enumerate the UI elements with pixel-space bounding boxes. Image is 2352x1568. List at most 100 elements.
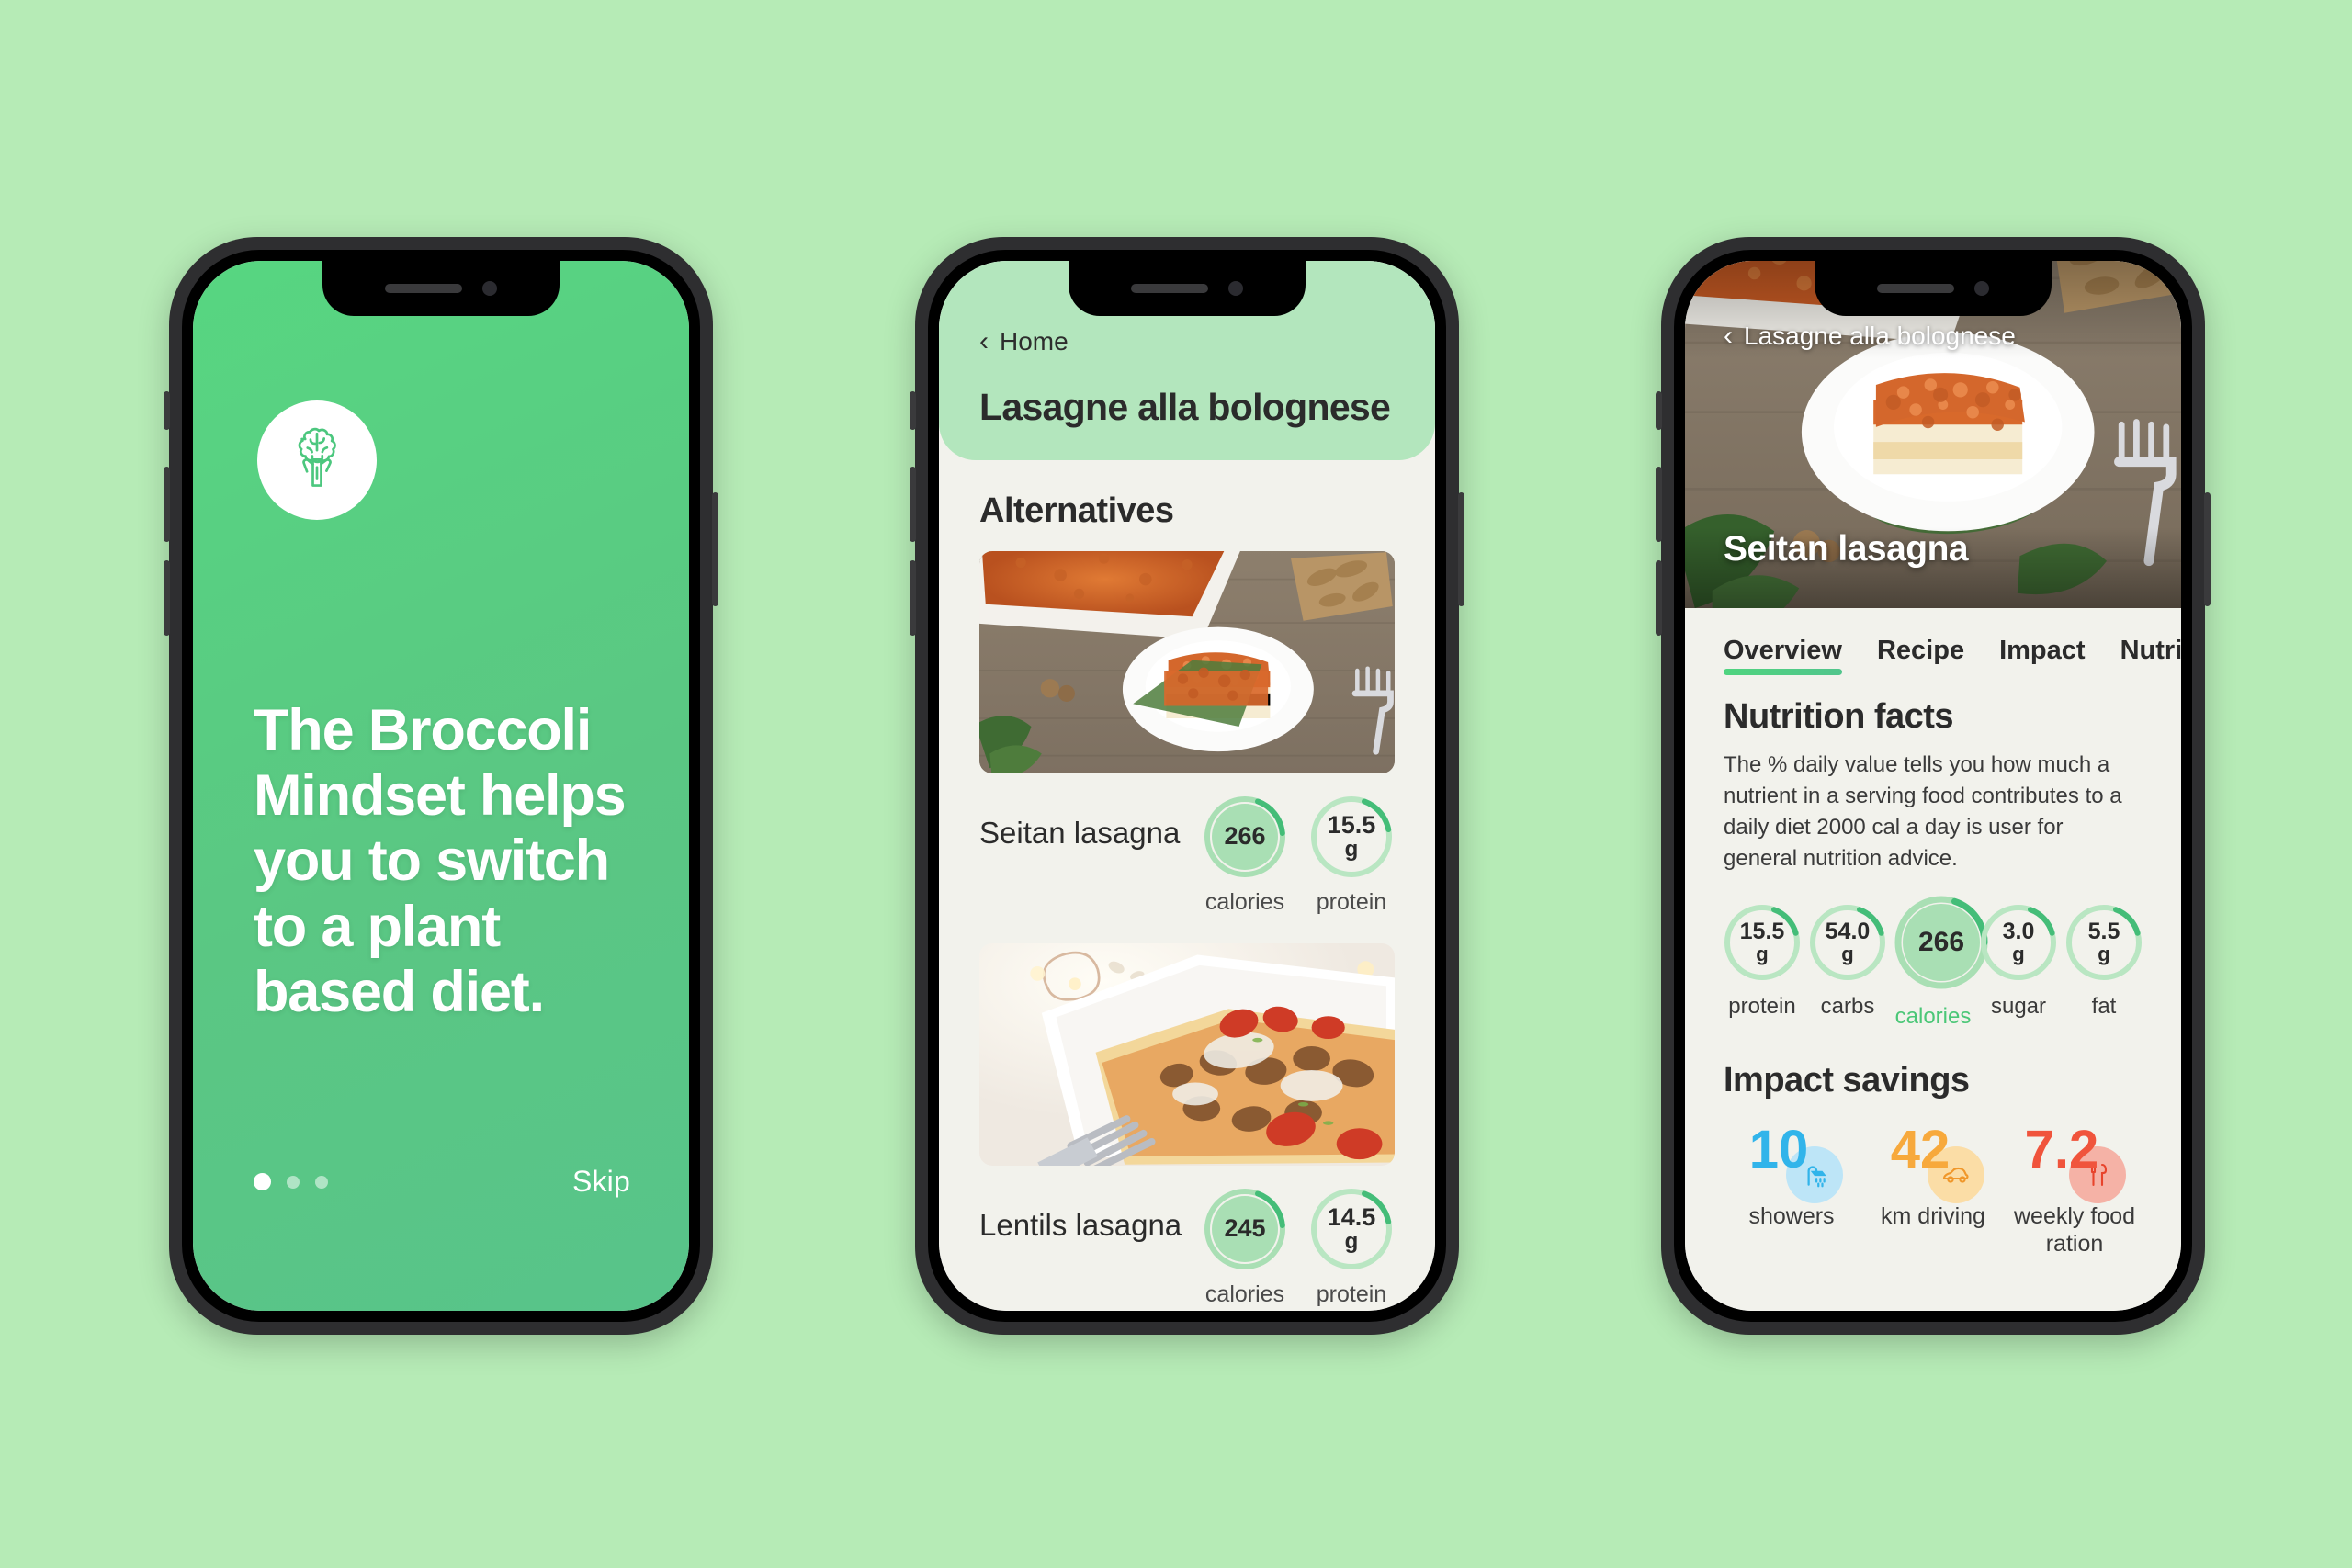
impact-caption: showers — [1748, 1203, 1835, 1230]
fact-caption: protein — [1728, 994, 1796, 1020]
phone-notch — [1815, 261, 2052, 316]
list-item[interactable]: Lentils lasagna 245 calories 14.5 g prot… — [939, 916, 1435, 1308]
fact-unit: g — [1756, 942, 1769, 965]
fact-value: 5.5 g — [2087, 919, 2120, 965]
progress-ring: 3.0 g — [1978, 902, 2059, 983]
impact-number-wrap: 10 — [1724, 1117, 1860, 1204]
phone-screen: ‹ Home Lasagne alla bolognese Alternativ… — [939, 261, 1435, 1311]
nutrition-badges: 245 calories 14.5 g protein — [1202, 1186, 1395, 1308]
impact-number-wrap: 42 — [1865, 1117, 2001, 1204]
tab-recipe[interactable]: Recipe — [1877, 636, 1964, 675]
fact-unit: g — [2098, 942, 2110, 965]
card-info-row: Lentils lasagna 245 calories 14.5 g prot… — [979, 1166, 1395, 1308]
phone-alternatives: ‹ Home Lasagne alla bolognese Alternativ… — [910, 237, 1464, 1335]
recipe-detail-content: ‹ Lasagne alla bolognese Seitan lasagna … — [1685, 261, 2181, 1311]
impact-caption: km driving — [1881, 1203, 1985, 1230]
page-title: Lasagne alla bolognese — [979, 386, 1391, 428]
chevron-left-icon: ‹ — [1724, 321, 1733, 351]
nutrition-badges: 266 calories 15.5 g protein — [1202, 794, 1395, 916]
power-button[interactable] — [712, 492, 718, 606]
list-item[interactable]: Seitan lasagna 266 calories 15.5 g prote… — [939, 531, 1435, 916]
power-button[interactable] — [1458, 492, 1464, 606]
volume-down-button[interactable] — [164, 560, 170, 636]
list-item-title: Seitan lasagna — [979, 816, 1181, 850]
progress-ring: 54.0 g — [1807, 902, 1888, 983]
progress-ring: 5.5 g — [2064, 902, 2144, 983]
tab-nutrition[interactable]: Nutrition — [2120, 636, 2181, 675]
volume-up-button[interactable] — [164, 467, 170, 542]
badge-calories: 266 calories — [1202, 794, 1288, 916]
badge-unit: g — [1344, 836, 1359, 862]
badge-value: 14.5 g — [1327, 1203, 1376, 1254]
front-camera — [1228, 281, 1243, 296]
skip-button[interactable]: Skip — [572, 1165, 630, 1199]
nutrition-note: The % daily value tells you how much a n… — [1724, 752, 2122, 872]
onboarding-headline: The Broccoli Mindset helps you to switch… — [254, 698, 627, 1024]
fact-value: 3.0 g — [2002, 919, 2035, 965]
badge-caption: protein — [1316, 889, 1387, 915]
nutrition-fact-calories: 266 calories — [1893, 896, 1988, 1030]
silent-switch[interactable] — [910, 391, 916, 430]
phone-screen: The Broccoli Mindset helps you to switch… — [193, 261, 689, 1311]
progress-ring: 266 — [1893, 894, 1990, 991]
impact-number-wrap: 7.2 — [2007, 1117, 2143, 1204]
badge-calories: 245 calories — [1202, 1186, 1288, 1308]
earpiece-speaker — [1877, 284, 1954, 293]
front-camera — [1974, 281, 1989, 296]
nutrition-fact-protein: 15.5 g protein — [1722, 902, 1803, 1030]
impact-caption: weekly food ration — [2013, 1203, 2136, 1257]
nutrition-fact-carbs: 54.0 g carbs — [1807, 902, 1888, 1030]
tab-bar: Overview Recipe Impact Nutrition — [1685, 608, 2181, 675]
badge-protein: 14.5 g protein — [1308, 1186, 1395, 1308]
phone-notch — [322, 261, 560, 316]
lentils-lasagna-fork-photo — [979, 943, 1395, 1166]
tab-impact[interactable]: Impact — [1999, 636, 2085, 675]
volume-down-button[interactable] — [910, 560, 916, 636]
nutrition-facts-row: 15.5 g protein 54.0 g carbs 266 calories… — [1685, 874, 2181, 1030]
phone-onboarding: The Broccoli Mindset helps you to switch… — [164, 237, 718, 1335]
screenshot-stage: The Broccoli Mindset helps you to switch… — [0, 0, 2352, 1568]
onboarding-footer: Skip — [254, 1165, 630, 1199]
list-item-title: Lentils lasagna — [979, 1208, 1182, 1242]
section-title: Alternatives — [979, 491, 1174, 530]
pagination-dot-2[interactable] — [287, 1175, 300, 1189]
breadcrumb-label: Home — [1000, 327, 1069, 355]
breadcrumb-label: Lasagne alla bolognese — [1744, 321, 2016, 350]
impact-item-showers: 10 showers — [1724, 1117, 1860, 1258]
progress-ring: 15.5 g — [1308, 794, 1395, 880]
tab-overview[interactable]: Overview — [1724, 636, 1842, 675]
lasagna-tray-plate-photo — [979, 551, 1395, 773]
impact-savings-heading: Impact savings — [1724, 1061, 1970, 1100]
impact-number: 10 — [1748, 1120, 1809, 1180]
onboarding-content: The Broccoli Mindset helps you to switch… — [193, 261, 689, 1311]
brand-logo — [257, 400, 377, 520]
progress-ring: 15.5 g — [1722, 902, 1803, 983]
pagination-dot-3[interactable] — [315, 1175, 328, 1189]
breadcrumb[interactable]: ‹ Home — [979, 327, 1395, 356]
badge-protein: 15.5 g protein — [1308, 794, 1395, 916]
breadcrumb[interactable]: ‹ Lasagne alla bolognese — [1724, 321, 2016, 351]
pagination-dot-1[interactable] — [254, 1173, 271, 1190]
impact-item-driving: 42 km driving — [1865, 1117, 2001, 1258]
phone-screen: ‹ Lasagne alla bolognese Seitan lasagna … — [1685, 261, 2181, 1311]
recipe-title: Seitan lasagna — [1724, 529, 1969, 569]
power-button[interactable] — [2204, 492, 2211, 606]
impact-number: 42 — [1890, 1120, 1951, 1180]
fact-value: 54.0 g — [1825, 919, 1871, 965]
earpiece-speaker — [385, 284, 462, 293]
silent-switch[interactable] — [1656, 391, 1662, 430]
fact-value: 15.5 g — [1739, 919, 1785, 965]
volume-down-button[interactable] — [1656, 560, 1662, 636]
volume-up-button[interactable] — [910, 467, 916, 542]
silent-switch[interactable] — [164, 391, 170, 430]
volume-up-button[interactable] — [1656, 467, 1662, 542]
badge-value: 245 — [1224, 1214, 1266, 1243]
badge-value: 15.5 g — [1327, 811, 1376, 862]
phone-notch — [1069, 261, 1306, 316]
progress-ring: 245 — [1202, 1186, 1288, 1272]
pagination-dots[interactable] — [254, 1173, 328, 1190]
impact-number: 7.2 — [2024, 1120, 2099, 1180]
badge-caption: calories — [1204, 889, 1285, 915]
alternatives-content: ‹ Home Lasagne alla bolognese Alternativ… — [939, 261, 1435, 1311]
broccoli-brain-icon — [298, 427, 336, 487]
